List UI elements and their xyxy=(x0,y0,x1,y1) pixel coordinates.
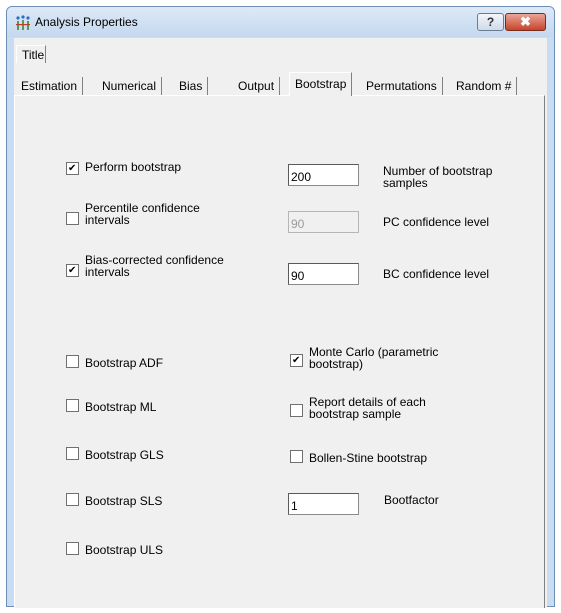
num-bootstrap-samples-input[interactable] xyxy=(288,164,359,186)
tab-bias[interactable]: Bias xyxy=(174,77,209,95)
percentile-ci-checkbox[interactable] xyxy=(66,212,79,225)
help-button[interactable]: ? xyxy=(477,13,504,31)
monte-carlo-checkbox[interactable] xyxy=(290,354,303,367)
report-details-checkbox[interactable] xyxy=(290,404,303,417)
bootstrap-sls-checkbox[interactable] xyxy=(66,493,79,506)
bias-corrected-ci-checkbox[interactable] xyxy=(66,264,79,277)
bootstrap-ml-checkbox[interactable] xyxy=(66,399,79,412)
bootfactor-label: Bootfactor xyxy=(384,493,439,507)
bootstrap-sls-label: Bootstrap SLS xyxy=(85,494,163,508)
tab-title[interactable]: Title xyxy=(16,45,46,63)
bootstrap-adf-checkbox[interactable] xyxy=(66,355,79,368)
tab-output[interactable]: Output xyxy=(233,77,281,95)
close-button[interactable]: ✖ xyxy=(505,13,546,31)
bootfactor-input[interactable] xyxy=(288,493,359,515)
bootstrap-gls-checkbox[interactable] xyxy=(66,447,79,460)
bootstrap-ml-label: Bootstrap ML xyxy=(85,400,157,414)
tab-bootstrap[interactable]: Bootstrap xyxy=(289,72,353,96)
dialog-client-area: Title Estimation Numerical Bias Output B… xyxy=(14,38,547,608)
perform-bootstrap-label: Perform bootstrap xyxy=(85,160,182,174)
bias-corrected-ci-label-line2: intervals xyxy=(85,265,130,279)
report-details-label-line2: bootstrap sample xyxy=(309,407,402,421)
bollen-stine-label: Bollen-Stine bootstrap xyxy=(309,451,428,465)
tab-estimation[interactable]: Estimation xyxy=(16,77,84,95)
analysis-properties-window: Analysis Properties ? ✖ Title Estimation… xyxy=(6,6,555,608)
bc-confidence-level-input[interactable] xyxy=(288,263,359,285)
bootstrap-adf-label: Bootstrap ADF xyxy=(85,356,164,370)
title-bar[interactable]: Analysis Properties ? ✖ xyxy=(7,7,554,37)
bootstrap-uls-checkbox[interactable] xyxy=(66,542,79,555)
close-icon: ✖ xyxy=(520,14,531,29)
help-icon: ? xyxy=(486,15,495,29)
tab-numerical[interactable]: Numerical xyxy=(97,77,163,95)
pc-confidence-level-input xyxy=(288,211,359,233)
perform-bootstrap-checkbox[interactable] xyxy=(66,162,79,175)
window-title: Analysis Properties xyxy=(35,15,138,29)
num-samples-label-line2: samples xyxy=(383,176,428,190)
percentile-ci-label-line2: intervals xyxy=(85,213,130,227)
pc-confidence-level-label: PC confidence level xyxy=(383,215,490,229)
amos-app-icon xyxy=(16,15,30,30)
bollen-stine-checkbox[interactable] xyxy=(290,450,303,463)
tab-permutations[interactable]: Permutations xyxy=(361,77,443,95)
bootstrap-uls-label: Bootstrap ULS xyxy=(85,543,164,557)
bc-confidence-level-label: BC confidence level xyxy=(383,267,490,281)
bootstrap-tab-panel: Perform bootstrap Number of bootstrap sa… xyxy=(14,95,545,608)
bootstrap-gls-label: Bootstrap GLS xyxy=(85,448,164,462)
tab-random[interactable]: Random # xyxy=(451,77,518,95)
monte-carlo-label-line2: bootstrap) xyxy=(309,357,364,371)
